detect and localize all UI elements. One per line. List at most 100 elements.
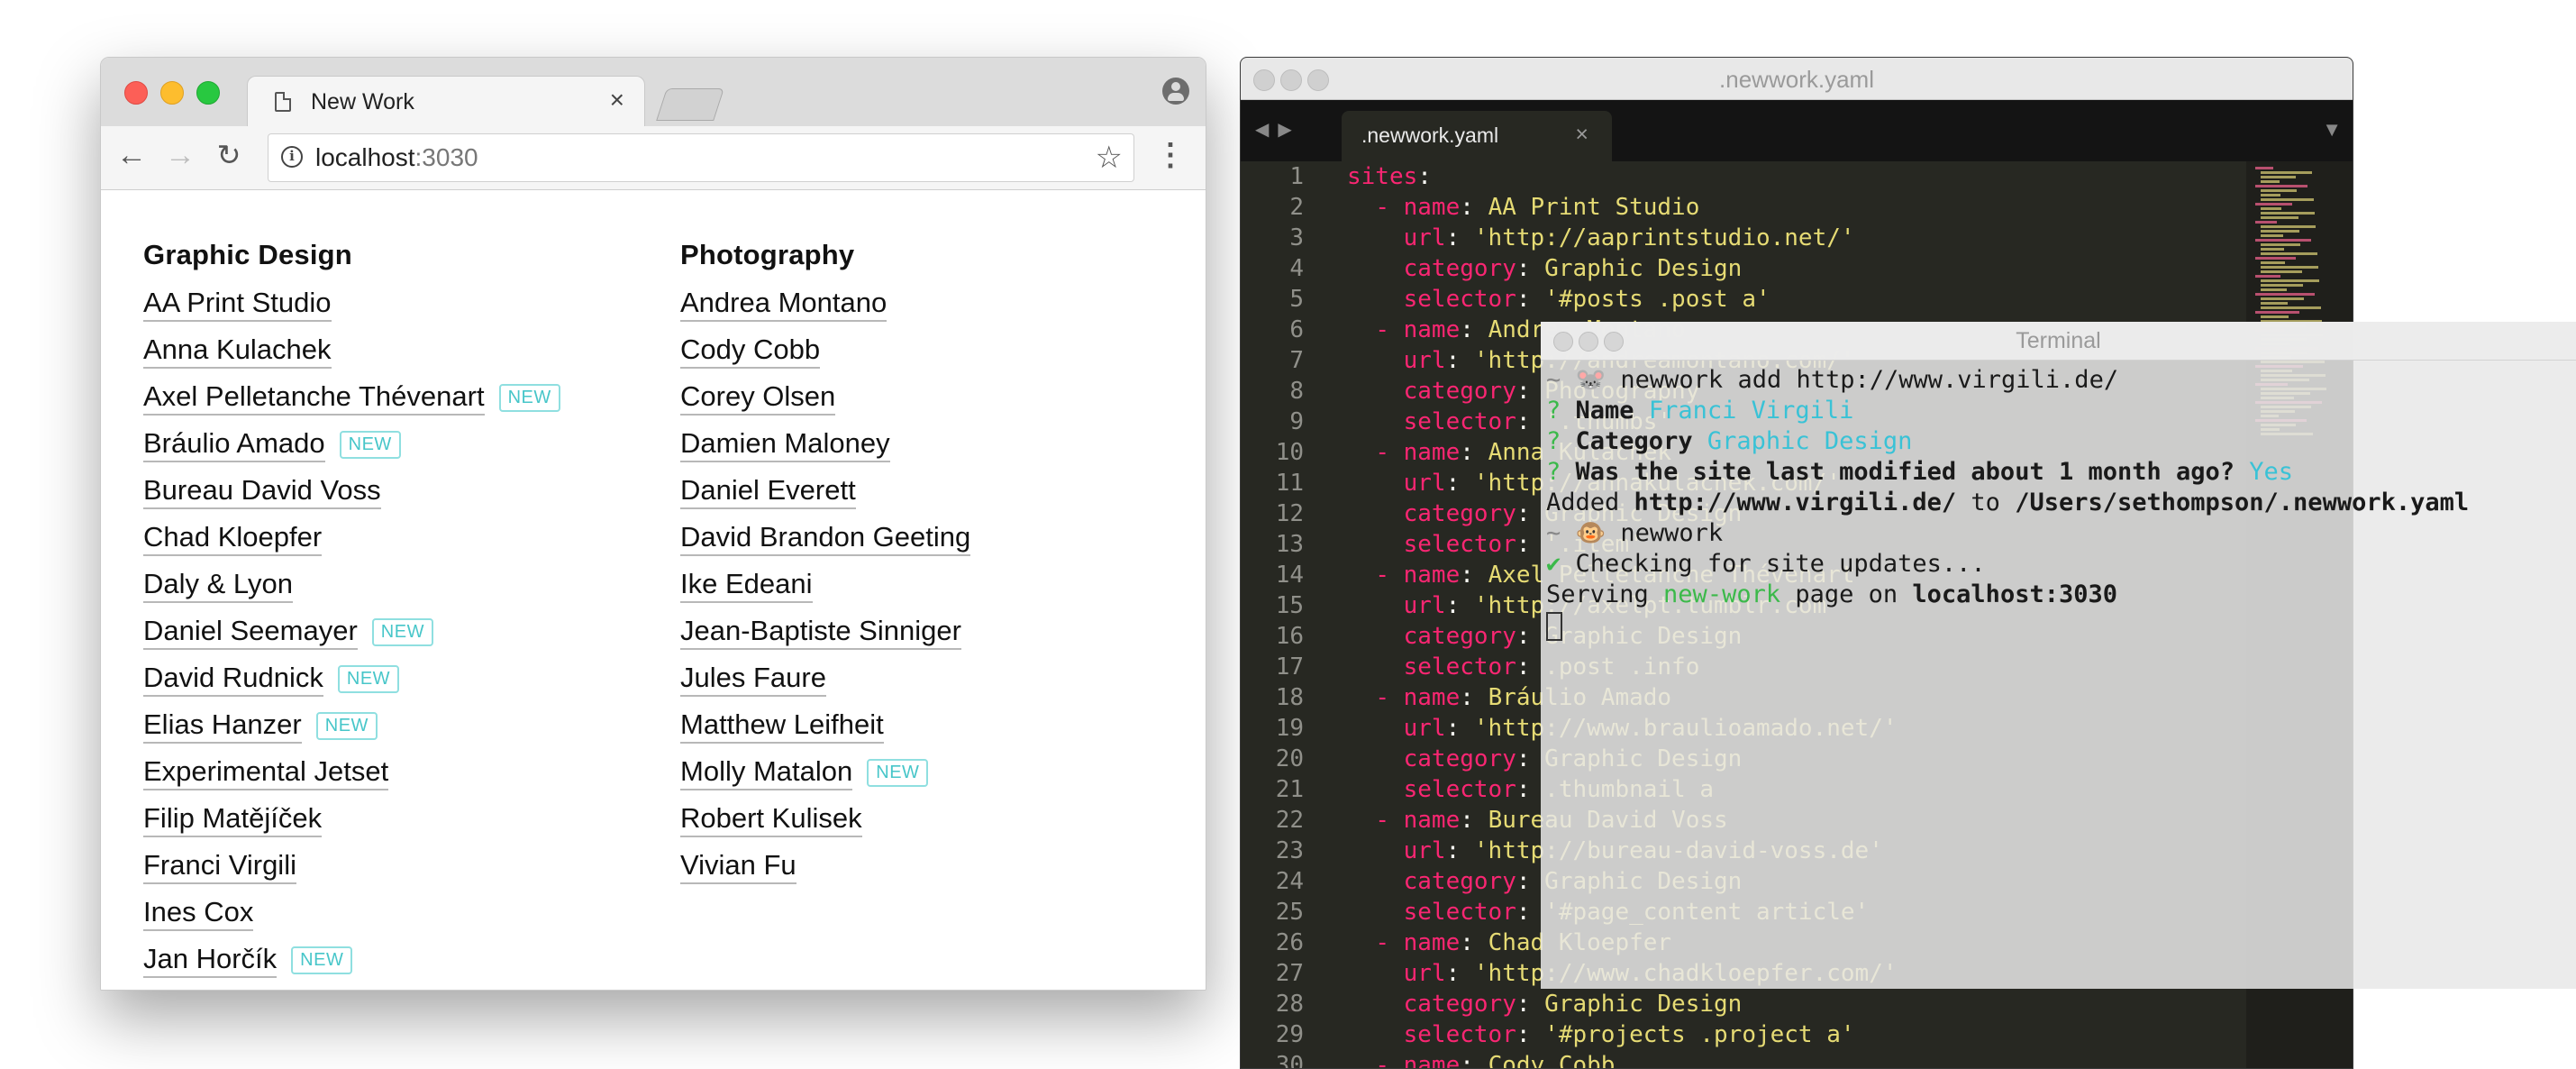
reload-button[interactable]: ↻ [211,137,247,173]
site-link[interactable]: Molly Matalon [680,755,853,790]
site-link[interactable]: Corey Olsen [680,380,836,416]
site-link[interactable]: Anna Kulachek [143,333,332,369]
yaml-colon: : [1445,347,1474,374]
column-photography: Photography Andrea Montano Cody Cobb Corey… [680,239,971,890]
kebab-menu-icon[interactable]: ⋮ [1155,137,1186,173]
site-link[interactable]: Bureau David Voss [143,474,381,509]
new-badge: NEW [339,430,401,459]
yaml-colon: : [1460,684,1488,711]
minimize-window-button[interactable] [160,81,184,105]
tab-dropdown-icon[interactable]: ▼ [2322,118,2342,142]
line-number: 18 [1275,684,1304,711]
yaml-list-dash: - [1375,316,1404,343]
star-icon[interactable]: ☆ [1096,140,1123,176]
site-link[interactable]: Franci Virgili [143,849,296,884]
site-link[interactable]: Damien Maloney [680,427,890,462]
yaml-colon: : [1460,1052,1488,1069]
browser-tab-active[interactable]: New Work × [247,76,645,127]
terminal-window: Terminal ~ 🐭 newwork add http://www.virg… [1541,322,2576,989]
site-link[interactable]: Andrea Montano [680,287,887,322]
back-button[interactable]: ← [114,137,150,173]
site-link[interactable]: Elias Hanzer [143,708,302,744]
yaml-value: Graphic Design [1544,991,1743,1018]
terminal-line: ? Was the site last modified about 1 mon… [1546,458,2294,486]
list-item: Jules Faure [680,655,970,702]
tab-nav-arrows-icon[interactable]: ◀▶ [1255,118,1301,141]
site-link[interactable]: AA Print Studio [143,287,332,322]
terminal-line [1546,610,2564,641]
yaml-colon: : [1516,1021,1545,1048]
list-item: David Rudnick NEW [143,655,560,702]
new-tab-button[interactable] [656,88,724,121]
tab-close-icon[interactable]: × [1575,122,1588,148]
column-graphic-design: Graphic Design AA Print Studio Anna Kulac… [143,239,560,983]
list-item: David Brandon Geeting [680,515,971,562]
list-item: Daniel Seemayer NEW [143,608,560,655]
line-number: 25 [1275,899,1304,926]
editor-window-title: .newwork.yaml [1719,66,1874,93]
tab-close-icon[interactable]: × [610,86,624,114]
code-line: selector: '#posts .post a' [1347,284,2248,315]
site-link[interactable]: Daniel Seemayer [143,615,358,650]
line-number: 24 [1275,868,1304,895]
yaml-key: selector [1403,408,1516,435]
minimap-line [2261,288,2287,291]
site-link[interactable]: Vivian Fu [680,849,796,884]
site-link[interactable]: Axel Pelletanche Thévenart [143,380,485,416]
yaml-key: sites [1347,163,1418,190]
site-link[interactable]: Matthew Leifheit [680,708,884,744]
site-link[interactable]: Jean-Baptiste Sinniger [680,615,961,650]
close-window-button[interactable] [124,81,148,105]
site-link[interactable]: Daniel Everett [680,474,856,509]
site-link[interactable]: Jules Faure [680,662,826,697]
code-line: - name: AA Print Studio [1347,192,2248,223]
editor-tab-active[interactable]: .newwork.yaml × [1342,111,1612,161]
line-number: 10 [1275,439,1304,466]
minimap-line [2261,180,2280,183]
forward-button[interactable]: → [162,137,198,173]
minimap-line [2255,221,2277,224]
line-number: 16 [1275,623,1304,650]
yaml-colon: : [1460,439,1488,466]
site-link[interactable]: Jan Horčík [143,943,278,978]
yaml-key: url [1403,347,1446,374]
site-link[interactable]: Bráulio Amado [143,427,325,462]
site-link[interactable]: Experimental Jetset [143,755,389,790]
minimap-line [2261,297,2304,300]
yaml-colon: : [1445,715,1474,742]
site-link[interactable]: Filip Matějíček [143,802,323,837]
new-badge: NEW [315,711,378,740]
minimap-line [2261,212,2315,215]
list-item: Ike Edeani [680,562,970,608]
yaml-list-dash: - [1375,194,1404,221]
profile-icon[interactable] [1162,78,1189,105]
site-link[interactable]: David Rudnick [143,662,323,697]
site-link[interactable]: Robert Kulisek [680,802,862,837]
site-link[interactable]: Chad Kloepfer [143,521,323,556]
info-icon[interactable]: i [281,146,303,168]
site-link[interactable]: Daly & Lyon [143,568,293,603]
terminal-output[interactable]: ~ 🐭 newwork add http://www.virgili.de/ ? … [1546,365,2564,641]
site-link[interactable]: Ines Cox [143,896,254,931]
list-item: Experimental Jetset [143,749,560,796]
yaml-key: selector [1403,899,1516,926]
site-link[interactable]: David Brandon Geeting [680,521,971,556]
yaml-key: name [1403,807,1461,834]
page-content: Graphic Design AA Print Studio Anna Kulac… [101,190,1206,990]
site-link[interactable]: Ike Edeani [680,568,813,603]
line-number: 26 [1275,929,1304,956]
minimap-line [2261,302,2288,305]
yaml-key: selector [1403,776,1516,803]
yaml-key: category [1403,868,1516,895]
site-link[interactable]: Cody Cobb [680,333,821,369]
minimap-line [2255,293,2315,296]
maximize-window-button[interactable] [196,81,220,105]
address-bar[interactable]: i localhost:3030 ☆ [268,133,1134,182]
